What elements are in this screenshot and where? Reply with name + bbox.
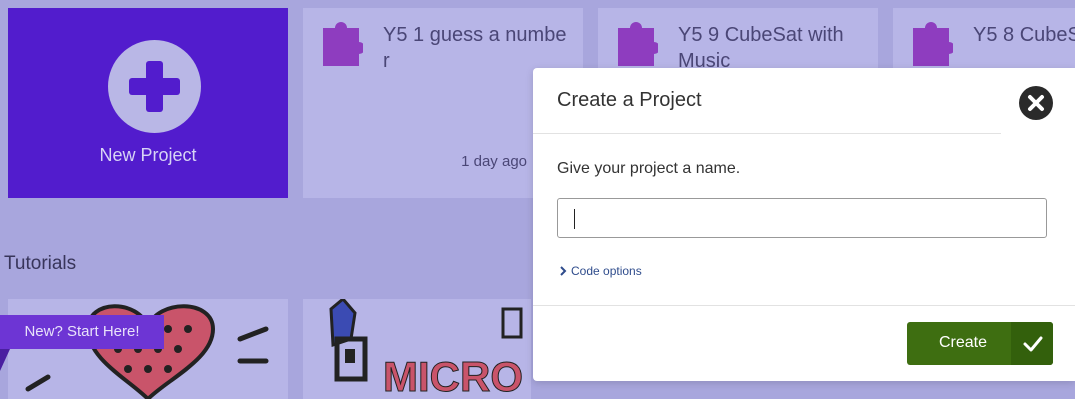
new-start-here-badge[interactable]: New? Start Here! <box>0 315 164 349</box>
header-divider <box>533 133 1001 134</box>
footer-divider <box>533 305 1075 306</box>
chevron-right-icon <box>560 266 567 276</box>
create-project-dialog: Create a Project Give your project a nam… <box>533 68 1075 381</box>
project-title: Y5 9 CubeSat with Music <box>678 24 844 72</box>
check-icon <box>1011 322 1053 365</box>
name-prompt: Give your project a name. <box>557 160 741 177</box>
new-project-label: New Project <box>99 145 197 165</box>
code-options-label: Code options <box>571 264 642 278</box>
text-caret <box>574 209 575 229</box>
tutorials-heading: Tutorials <box>4 253 77 274</box>
create-button[interactable]: Create <box>907 322 1053 365</box>
plus-icon <box>108 40 201 133</box>
puzzle-icon <box>913 22 953 66</box>
svg-text:MICRO: MICRO <box>383 353 523 399</box>
code-options-toggle[interactable]: Code options <box>559 264 642 278</box>
tutorial-card[interactable]: MICRO <box>303 299 531 399</box>
project-title: Y5 8 CubeSat <box>973 24 1075 46</box>
dialog-title: Create a Project <box>557 89 702 111</box>
puzzle-icon <box>323 22 363 66</box>
badge-ribbon-tail <box>0 349 10 371</box>
puzzle-icon <box>618 22 658 66</box>
project-timestamp: 1 day ago <box>461 153 527 170</box>
create-label: Create <box>938 334 988 351</box>
close-icon <box>1028 95 1044 111</box>
tutorial-card[interactable] <box>8 299 288 399</box>
close-button[interactable] <box>1019 86 1053 120</box>
heart-illustration <box>25 304 269 399</box>
project-name-input[interactable] <box>557 198 1047 238</box>
micro-illustration: MICRO <box>329 299 524 399</box>
new-project-card[interactable]: New Project <box>8 8 288 198</box>
project-title: Y5 1 guess a number <box>383 24 567 72</box>
